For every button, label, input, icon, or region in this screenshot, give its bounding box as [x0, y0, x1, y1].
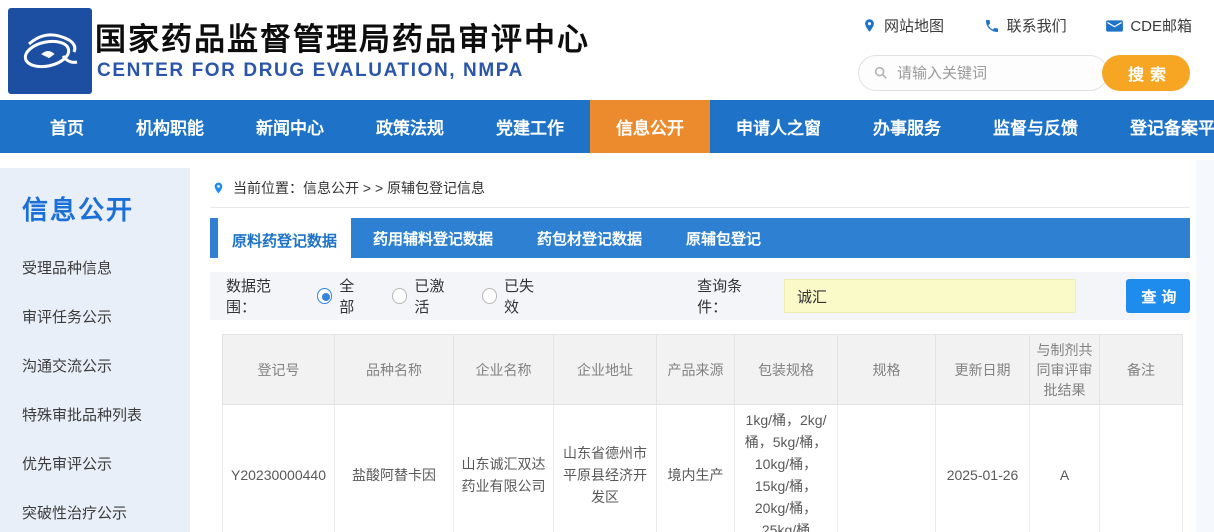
cell-update-date: 2025-01-26 [936, 405, 1030, 532]
col-package-spec: 包装规格 [735, 335, 838, 405]
col-product-source: 产品来源 [657, 335, 735, 405]
col-joint-review-result: 与制剂共同审评审批结果 [1030, 335, 1100, 405]
logo-swoosh-icon [17, 20, 83, 82]
mailbox-label: CDE邮箱 [1130, 15, 1192, 36]
contact-label: 联系我们 [1007, 15, 1067, 36]
breadcrumb-text: 当前位置：信息公开 > > 原辅包登记信息 [233, 178, 485, 198]
breadcrumb: 当前位置：信息公开 > > 原辅包登记信息 [210, 168, 1190, 208]
filter-bar: 数据范围： 全部 已激活 已失效 查询条件： 查询 [210, 272, 1190, 320]
nav-item-registration-platform[interactable]: 登记备案平台 [1104, 100, 1214, 153]
nav-item-supervision[interactable]: 监督与反馈 [967, 100, 1104, 153]
phone-icon [984, 18, 1000, 34]
breadcrumb-pin-icon [212, 180, 225, 196]
col-remarks: 备注 [1100, 335, 1183, 405]
search-icon [873, 65, 889, 81]
query-label: 查询条件： [697, 275, 770, 317]
cell-spec [838, 405, 936, 532]
radio-all-label: 全部 [339, 275, 368, 317]
col-registration-no: 登记号 [223, 335, 335, 405]
cell-package-spec: 1kg/桶，2kg/桶，5kg/桶，10kg/桶，15kg/桶，20kg/桶，2… [735, 405, 838, 532]
col-company-name: 企业名称 [454, 335, 554, 405]
col-spec: 规格 [838, 335, 936, 405]
radio-inactive[interactable]: 已失效 [482, 275, 548, 317]
nav-item-party[interactable]: 党建工作 [470, 100, 590, 153]
sidebar-title: 信息公开 [22, 190, 190, 227]
sidebar-item-review-tasks[interactable]: 审评任务公示 [0, 292, 190, 341]
nav-item-services[interactable]: 办事服务 [847, 100, 967, 153]
table-row[interactable]: Y20230000440 盐酸阿替卡因 山东诚汇双达药业有限公司 山东省德州市平… [223, 405, 1183, 532]
tab-packaging-registration[interactable]: 药包材登记数据 [515, 218, 664, 258]
cell-company-address: 山东省德州市平原县经济开发区 [554, 405, 657, 532]
scope-label: 数据范围： [226, 275, 299, 317]
main-nav: 首页 机构职能 新闻中心 政策法规 党建工作 信息公开 申请人之窗 办事服务 监… [0, 100, 1214, 153]
site-header: 国家药品监督管理局药品审评中心 CENTER FOR DRUG EVALUATI… [0, 0, 1214, 100]
cell-variety-name: 盐酸阿替卡因 [335, 405, 454, 532]
col-update-date: 更新日期 [936, 335, 1030, 405]
site-title: 国家药品监督管理局药品审评中心 [95, 14, 590, 59]
radio-all[interactable]: 全部 [317, 275, 368, 317]
tab-apief-registration[interactable]: 原辅包登记 [664, 218, 783, 258]
radio-activated-label: 已激活 [414, 275, 457, 317]
cell-company-name: 山东诚汇双达药业有限公司 [454, 405, 554, 532]
col-company-address: 企业地址 [554, 335, 657, 405]
nav-item-applicant[interactable]: 申请人之窗 [710, 100, 847, 153]
search-button[interactable]: 搜索 [1102, 55, 1190, 91]
nav-item-functions[interactable]: 机构职能 [110, 100, 230, 153]
main-content: 当前位置：信息公开 > > 原辅包登记信息 原料药登记数据 药用辅料登记数据 药… [210, 168, 1190, 532]
radio-activated-dot [392, 288, 407, 304]
page-right-gutter [1196, 160, 1214, 532]
contact-link[interactable]: 联系我们 [984, 15, 1067, 36]
radio-all-dot [317, 288, 332, 304]
tab-excipient-registration[interactable]: 药用辅料登记数据 [351, 218, 515, 258]
registration-table: 登记号 品种名称 企业名称 企业地址 产品来源 包装规格 规格 更新日期 与制剂… [222, 334, 1183, 532]
radio-activated[interactable]: 已激活 [392, 275, 458, 317]
nav-item-home[interactable]: 首页 [24, 100, 110, 153]
scope-radio-group: 全部 已激活 已失效 [317, 275, 547, 317]
search-box[interactable] [858, 55, 1108, 91]
table-header-row: 登记号 品种名称 企业名称 企业地址 产品来源 包装规格 规格 更新日期 与制剂… [223, 335, 1183, 405]
top-links: 网站地图 联系我们 CDE邮箱 [862, 15, 1192, 36]
tab-bar: 原料药登记数据 药用辅料登记数据 药包材登记数据 原辅包登记 [210, 218, 1190, 258]
page: 国家药品监督管理局药品审评中心 CENTER FOR DRUG EVALUATI… [0, 0, 1214, 532]
nav-item-news[interactable]: 新闻中心 [230, 100, 350, 153]
sidebar-item-accepted-varieties[interactable]: 受理品种信息 [0, 243, 190, 292]
search-input[interactable] [897, 65, 1067, 82]
mail-icon [1106, 19, 1123, 33]
sidebar: 信息公开 受理品种信息 审评任务公示 沟通交流公示 特殊审批品种列表 优先审评公… [0, 168, 190, 532]
query-input[interactable] [784, 279, 1076, 313]
radio-inactive-dot [482, 288, 497, 304]
location-pin-icon [862, 17, 877, 34]
sidebar-item-priority-review[interactable]: 优先审评公示 [0, 439, 190, 488]
site-subtitle: CENTER FOR DRUG EVALUATION, NMPA [97, 60, 524, 82]
cde-logo [8, 8, 92, 94]
sidebar-item-communication[interactable]: 沟通交流公示 [0, 341, 190, 390]
cell-registration-no: Y20230000440 [223, 405, 335, 532]
sitemap-label: 网站地图 [884, 15, 944, 36]
header-search: 搜索 [858, 55, 1190, 91]
mailbox-link[interactable]: CDE邮箱 [1106, 15, 1192, 36]
col-variety-name: 品种名称 [335, 335, 454, 405]
query-button[interactable]: 查询 [1126, 279, 1190, 313]
sidebar-item-special-approval[interactable]: 特殊审批品种列表 [0, 390, 190, 439]
sidebar-item-breakthrough-therapy[interactable]: 突破性治疗公示 [0, 488, 190, 532]
tab-api-registration[interactable]: 原料药登记数据 [218, 218, 351, 262]
cell-product-source: 境内生产 [657, 405, 735, 532]
cell-joint-review-result: A [1030, 405, 1100, 532]
radio-inactive-label: 已失效 [504, 275, 547, 317]
nav-item-info-disclosure[interactable]: 信息公开 [590, 100, 710, 153]
nav-item-policies[interactable]: 政策法规 [350, 100, 470, 153]
sitemap-link[interactable]: 网站地图 [862, 15, 944, 36]
cell-remarks [1100, 405, 1183, 532]
